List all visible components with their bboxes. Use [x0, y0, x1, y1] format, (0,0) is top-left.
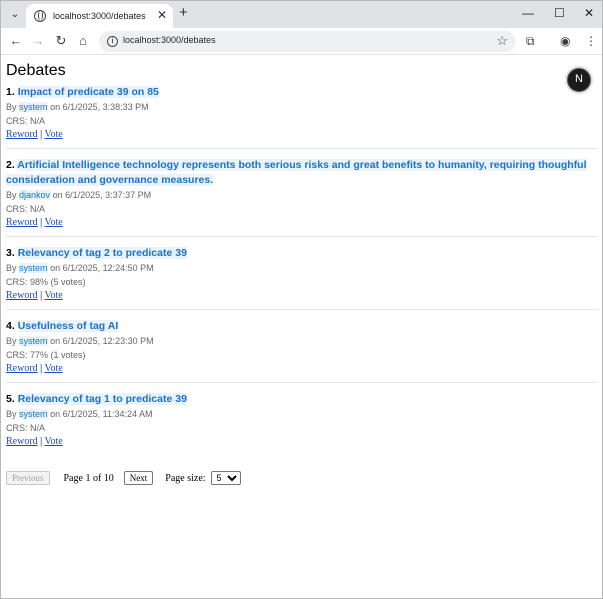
profile-icon[interactable]: ◉	[560, 33, 570, 49]
debate-date: on 6/1/2025, 11:34:24 AM	[50, 409, 153, 419]
debate-date: on 6/1/2025, 12:24:50 PM	[50, 263, 154, 273]
pagination: Previous Page 1 of 10 Next Page size: 5	[6, 471, 241, 485]
url-text[interactable]: localhost:3000/debates	[123, 35, 216, 45]
debate-title-link[interactable]: Relevancy of tag 1 to predicate 39	[17, 393, 187, 405]
puzzle-icon[interactable]: ⧉	[526, 33, 535, 49]
arrow-left-icon[interactable]: ←	[8, 33, 24, 49]
debate-index: 1.	[6, 86, 15, 98]
by-label: By	[6, 102, 17, 112]
globe-icon	[34, 10, 46, 22]
debate-index: 5.	[6, 393, 15, 405]
debate-item: 5. Relevancy of tag 1 to predicate 39 By…	[6, 390, 598, 455]
reword-link[interactable]: Reword	[6, 436, 38, 447]
crs-score: CRS: N/A	[6, 423, 46, 433]
crs-score: CRS: 77% (1 votes)	[6, 350, 86, 360]
debate-title-link[interactable]: Relevancy of tag 2 to predicate 39	[17, 247, 187, 259]
debate-list: 1. Impact of predicate 39 on 85 By syste…	[6, 83, 598, 455]
arrow-right-icon[interactable]: →	[30, 33, 46, 49]
by-label: By	[6, 263, 17, 273]
star-icon[interactable]: ☆	[496, 33, 508, 49]
page-title: Debates	[6, 62, 66, 79]
close-tab-icon[interactable]: ✕	[157, 9, 167, 21]
info-icon[interactable]: i	[107, 36, 118, 47]
debate-item: 3. Relevancy of tag 2 to predicate 39 By…	[6, 244, 598, 310]
author-link[interactable]: system	[19, 336, 48, 346]
crs-score: CRS: 98% (5 votes)	[6, 277, 86, 287]
page-size-select[interactable]: 5	[210, 471, 241, 485]
browser-tab[interactable]: localhost:3000/debates ✕	[26, 4, 173, 28]
author-link[interactable]: system	[19, 409, 48, 419]
reload-icon[interactable]: ↻	[53, 33, 69, 49]
author-link[interactable]: system	[19, 263, 48, 273]
next-button[interactable]: Next	[123, 471, 154, 485]
address-bar[interactable]: i localhost:3000/debates ☆	[99, 31, 516, 52]
author-link[interactable]: djankov	[19, 190, 51, 200]
debate-date: on 6/1/2025, 3:38:33 PM	[50, 102, 149, 112]
debate-item: 4. Usefulness of tag AI By system on 6/1…	[6, 317, 598, 383]
browser-toolbar: ← → ↻ ⌂ i localhost:3000/debates ☆ ⧉ ◉ ⋮	[1, 28, 602, 55]
author-link[interactable]: system	[19, 102, 48, 112]
reword-link[interactable]: Reword	[6, 290, 38, 301]
reword-link[interactable]: Reword	[6, 217, 38, 228]
vote-link[interactable]: Vote	[45, 436, 63, 447]
maximize-icon[interactable]: ☐	[554, 6, 565, 20]
separator: |	[40, 290, 43, 301]
minimize-icon[interactable]: —	[522, 6, 534, 20]
debate-index: 2.	[6, 159, 15, 171]
tab-title: localhost:3000/debates	[53, 11, 146, 21]
vote-link[interactable]: Vote	[45, 129, 63, 140]
chevron-down-icon[interactable]: ⌄	[7, 6, 23, 22]
close-window-icon[interactable]: ✕	[584, 6, 594, 20]
debate-item: 2. Artificial Intelligence technology re…	[6, 156, 598, 237]
debate-title-link[interactable]: Artificial Intelligence technology repre…	[6, 159, 587, 186]
debate-date: on 6/1/2025, 3:37:37 PM	[52, 190, 152, 200]
previous-button[interactable]: Previous	[6, 471, 50, 485]
debate-title-link[interactable]: Usefulness of tag AI	[17, 320, 119, 332]
crs-score: CRS: N/A	[6, 204, 46, 214]
page-info: Page 1 of 10	[63, 472, 114, 484]
debate-date: on 6/1/2025, 12:23:30 PM	[50, 336, 154, 346]
by-label: By	[6, 336, 17, 346]
tab-strip: ⌄ localhost:3000/debates ✕ + — ☐ ✕	[1, 1, 602, 28]
vote-link[interactable]: Vote	[45, 217, 63, 228]
debate-item: 1. Impact of predicate 39 on 85 By syste…	[6, 83, 598, 149]
kebab-menu-icon[interactable]: ⋮	[585, 33, 597, 49]
reword-link[interactable]: Reword	[6, 129, 38, 140]
vote-link[interactable]: Vote	[45, 363, 63, 374]
page-size-label: Page size:	[165, 472, 206, 484]
page-content: Debates 1. Impact of predicate 39 on 85 …	[6, 61, 598, 462]
home-icon[interactable]: ⌂	[75, 33, 91, 49]
separator: |	[40, 217, 43, 228]
reword-link[interactable]: Reword	[6, 363, 38, 374]
separator: |	[40, 436, 43, 447]
debate-index: 3.	[6, 247, 15, 259]
by-label: By	[6, 190, 17, 200]
separator: |	[40, 129, 43, 140]
by-label: By	[6, 409, 17, 419]
separator: |	[40, 363, 43, 374]
nextjs-dev-badge[interactable]: N	[567, 68, 591, 92]
debate-index: 4.	[6, 320, 15, 332]
debate-title-link[interactable]: Impact of predicate 39 on 85	[17, 86, 159, 98]
new-tab-button[interactable]: +	[179, 5, 188, 20]
vote-link[interactable]: Vote	[45, 290, 63, 301]
crs-score: CRS: N/A	[6, 116, 46, 126]
